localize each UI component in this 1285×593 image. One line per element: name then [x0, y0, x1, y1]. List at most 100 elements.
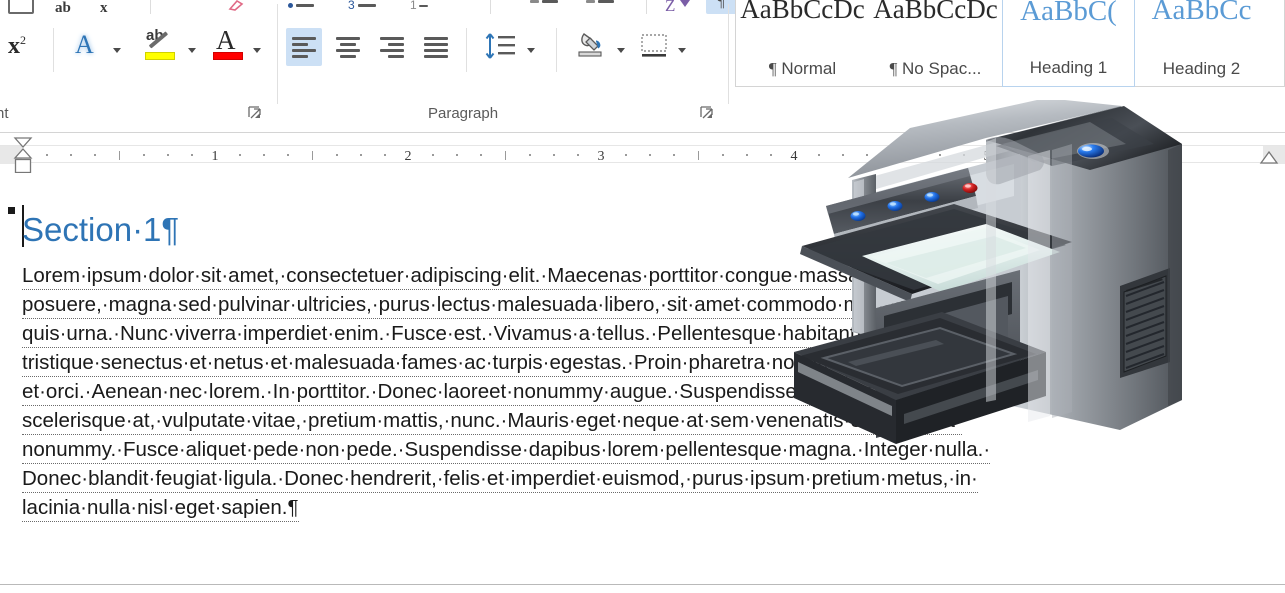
borders-chevron-down-icon[interactable] [678, 48, 686, 53]
style-item-heading-2[interactable]: AaBbCc Heading 2 [1135, 0, 1268, 87]
highlight-chevron-down-icon[interactable] [188, 48, 196, 53]
ruler-tick [745, 154, 748, 156]
superscript-button[interactable]: x2 [8, 33, 42, 65]
style-preview-heading-2: AaBbCc [1151, 0, 1252, 26]
ruler-tick [239, 154, 242, 156]
ruler-tick [721, 154, 724, 156]
styles-gallery[interactable]: AaBbCcDc ¶ Normal AaBbCcDc ¶ No Spac... … [735, 0, 1285, 87]
ruler-tick [625, 154, 628, 156]
shading-icon [574, 29, 606, 66]
strikethrough-icon[interactable]: ab [55, 0, 71, 14]
divider [556, 28, 557, 72]
align-right-button[interactable] [374, 28, 410, 66]
style-preview-normal: AaBbCcDc [740, 0, 865, 24]
ruler-tick [504, 151, 506, 160]
pilcrow-icon: ¶ [717, 0, 725, 10]
ruler-tick [697, 151, 699, 160]
printer-image[interactable] [790, 98, 1185, 505]
word-document-window: ab x 3 1 Z ¶ x2 A ab A t Paragraph AaBbC… [0, 0, 1285, 593]
sort-arrow-icon [680, 0, 690, 7]
ruler-tick [335, 154, 338, 156]
superscript-exponent: 2 [20, 33, 26, 47]
ruler-tick [528, 154, 531, 156]
ruler-tick [287, 154, 290, 156]
group-divider [277, 4, 278, 104]
font-group-label: nt [0, 105, 9, 122]
style-item-no-spacing[interactable]: AaBbCcDc ¶ No Spac... [869, 0, 1002, 87]
shading-button[interactable] [570, 26, 610, 66]
paragraph-dialog-launcher[interactable] [700, 106, 714, 120]
page-break-divider [0, 584, 1285, 585]
ruler-tick [456, 154, 459, 156]
text-effects-button[interactable]: A [70, 28, 104, 62]
font-color-button[interactable]: A [210, 25, 248, 64]
document-text-run: lacinia·nulla·nisl·eget·sapien.¶ [22, 495, 299, 522]
ruler-tick [46, 154, 49, 156]
justify-icon [424, 37, 448, 58]
divider [646, 0, 647, 14]
paragraph-group-label: Paragraph [428, 105, 499, 122]
ruler-tick [673, 154, 676, 156]
style-name-heading-2: Heading 2 [1162, 59, 1241, 78]
ruler-tick [166, 154, 169, 156]
ruler-tick [142, 154, 145, 156]
ruler-tick [649, 154, 652, 156]
sort-icon[interactable]: Z [665, 0, 675, 14]
clear-formatting-icon[interactable] [228, 0, 244, 11]
divider [466, 28, 467, 72]
style-name-normal: ¶ Normal [768, 59, 837, 78]
font-dialog-launcher[interactable] [248, 106, 262, 120]
divider [150, 0, 151, 14]
ruler-tick [576, 154, 579, 156]
document-text-run: quis·urna.·Nunc·viverra·imperdiet·enim.·… [22, 321, 921, 348]
group-divider [728, 4, 729, 104]
style-name-heading-1: Heading 1 [1029, 58, 1108, 77]
align-left-icon [292, 37, 316, 58]
ruler-tick [769, 154, 772, 156]
style-name-no-spacing: ¶ No Spac... [889, 59, 982, 78]
font-box-icon[interactable] [8, 0, 34, 14]
ruler-tick [311, 151, 313, 160]
heading-style-marker [8, 207, 15, 214]
shading-chevron-down-icon[interactable] [617, 48, 625, 53]
line-spacing-icon [483, 31, 517, 66]
ruler-tick [263, 154, 266, 156]
align-left-button[interactable] [286, 28, 322, 66]
ruler-number: 1 [211, 149, 219, 164]
document-heading[interactable]: Section·1¶ [22, 211, 179, 249]
text-effects-chevron-down-icon[interactable] [113, 48, 121, 53]
style-item-normal[interactable]: AaBbCcDc ¶ Normal [736, 0, 869, 87]
ruler-tick [190, 154, 193, 156]
ruler-tick [552, 154, 555, 156]
text-highlight-color-button[interactable]: ab [142, 26, 182, 64]
ruler-tick [383, 154, 386, 156]
right-indent-marker[interactable] [1259, 150, 1279, 170]
subscript-icon[interactable]: x [100, 0, 108, 14]
font-color-chevron-down-icon[interactable] [253, 48, 261, 53]
justify-button[interactable] [418, 28, 454, 66]
text-effects-icon: A [75, 30, 94, 59]
style-preview-no-spacing: AaBbCcDc [873, 0, 998, 24]
borders-button[interactable] [636, 28, 670, 64]
ruler-tick [359, 154, 362, 156]
style-preview-heading-1: AaBbC( [1020, 0, 1117, 27]
line-spacing-chevron-down-icon[interactable] [527, 48, 535, 53]
divider [490, 0, 491, 14]
ruler-number: 3 [597, 149, 605, 164]
ruler-tick [118, 151, 120, 160]
highlight-color-swatch [145, 52, 175, 60]
ruler-tick [480, 154, 483, 156]
align-center-icon [336, 37, 360, 58]
document-text-run: et·orci.·Aenean·nec·lorem.·In·porttitor.… [22, 379, 902, 406]
ruler-number: 2 [404, 149, 412, 164]
ruler-tick [432, 154, 435, 156]
pilcrow-icon: ¶ [768, 59, 777, 78]
superscript-glyph: x [8, 33, 20, 59]
ruler-tick [70, 154, 73, 156]
line-spacing-button[interactable] [480, 26, 520, 66]
style-item-heading-1[interactable]: AaBbC( Heading 1 [1002, 0, 1135, 87]
align-right-icon [380, 37, 404, 58]
pilcrow-icon: ¶ [889, 59, 898, 78]
align-center-button[interactable] [330, 28, 366, 66]
ruler-tick [94, 154, 97, 156]
